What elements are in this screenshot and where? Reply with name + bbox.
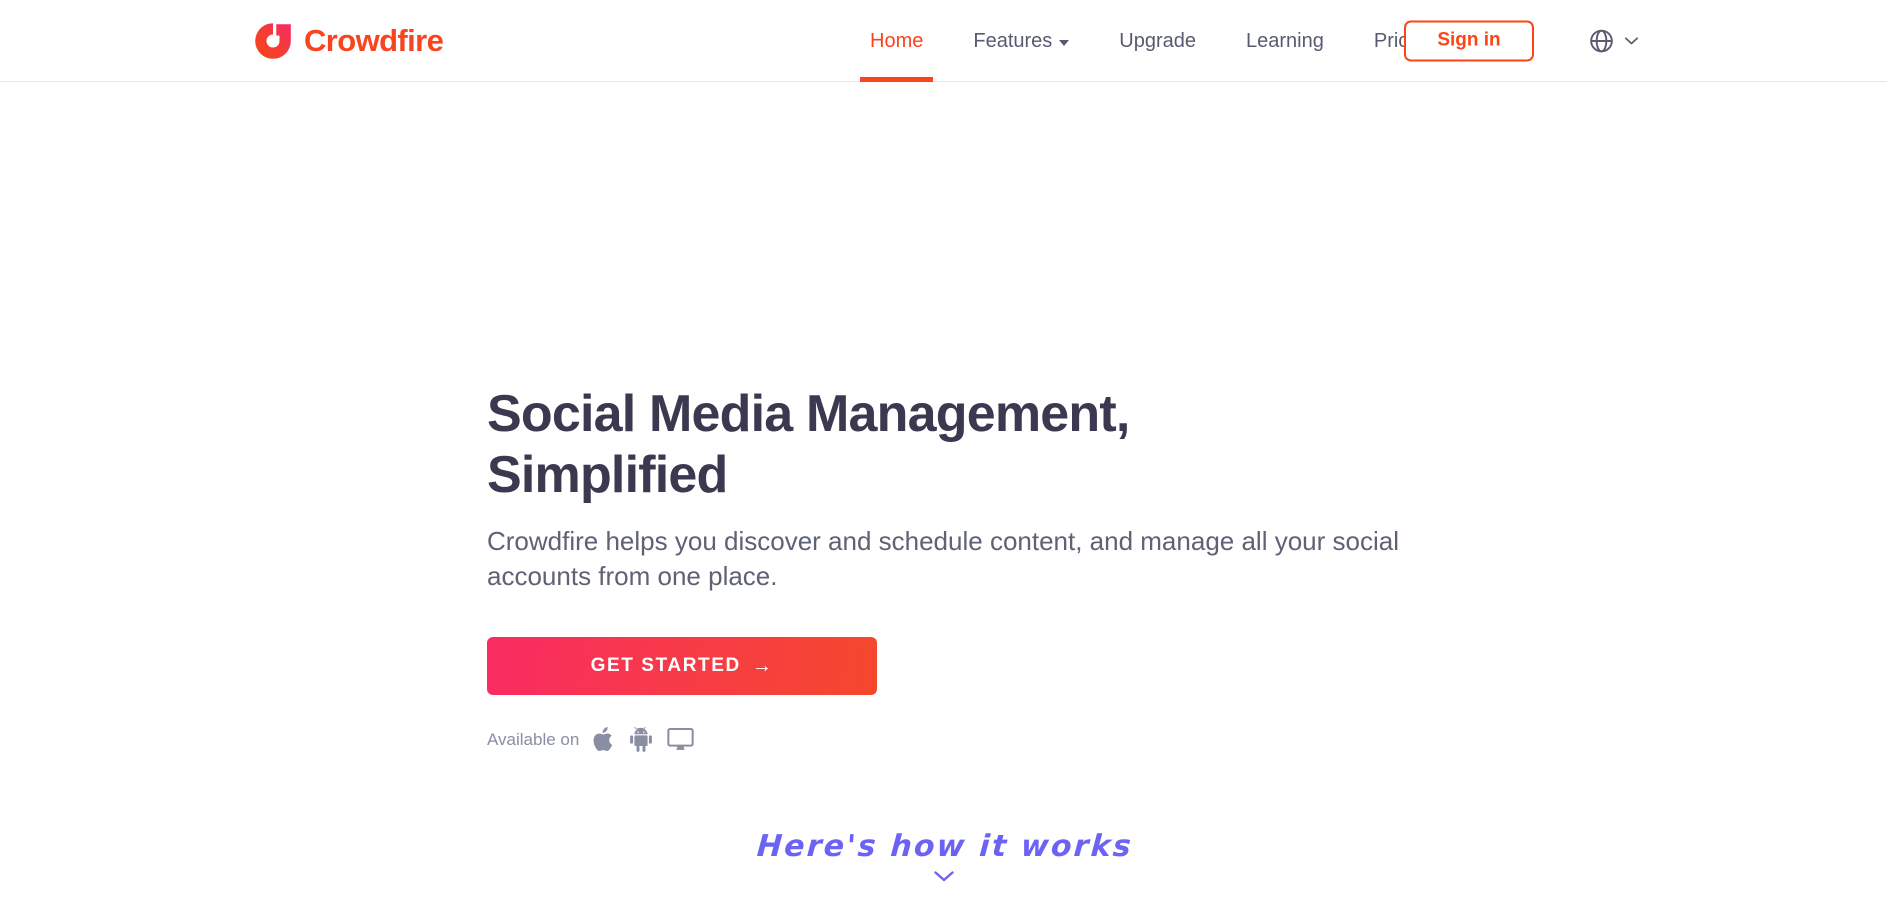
globe-icon — [1588, 27, 1615, 54]
hero-title-line-2: Simplified — [487, 445, 728, 504]
page-title: Social Media Management, Simplified — [487, 384, 1187, 506]
get-started-label: GET STARTED — [590, 655, 741, 677]
main-navigation: Home Features Upgrade Learning Pricing — [845, 0, 1460, 82]
hero-content: Social Media Management, Simplified Crow… — [487, 384, 1487, 753]
nav-item-learning[interactable]: Learning — [1221, 0, 1349, 82]
site-header: Crowdfire Home Features Upgrade Learning… — [0, 0, 1887, 82]
available-on-label: Available on — [487, 729, 580, 749]
how-it-works-scroll-cue[interactable]: Here's how it works — [0, 829, 1887, 883]
desktop-monitor-icon[interactable] — [667, 727, 694, 752]
how-it-works-label: Here's how it works — [756, 829, 1135, 864]
nav-item-features[interactable]: Features — [948, 0, 1094, 82]
chevron-down-icon — [933, 864, 955, 883]
nav-item-upgrade[interactable]: Upgrade — [1094, 0, 1221, 82]
nav-item-home-label: Home — [870, 29, 924, 52]
brand-logo-link[interactable]: Crowdfire — [253, 21, 444, 61]
available-platforms: Available on — [487, 727, 1487, 753]
hero-section: Social Media Management, Simplified Crow… — [0, 82, 1887, 900]
chevron-down-icon — [1624, 36, 1639, 46]
nav-item-upgrade-label: Upgrade — [1119, 29, 1197, 52]
nav-item-home[interactable]: Home — [845, 0, 948, 82]
android-icon[interactable] — [629, 727, 653, 753]
sign-in-button[interactable]: Sign in — [1404, 20, 1534, 61]
apple-icon[interactable] — [593, 727, 615, 752]
nav-item-features-label: Features — [973, 29, 1053, 52]
hero-title-line-1: Social Media Management, — [487, 385, 1130, 443]
arrow-right-icon: → — [751, 654, 774, 677]
chevron-down-icon — [1059, 39, 1070, 46]
brand-name: Crowdfire — [304, 23, 444, 58]
hero-subtitle: Crowdfire helps you discover and schedul… — [487, 525, 1399, 592]
nav-item-learning-label: Learning — [1246, 29, 1324, 52]
language-switcher[interactable] — [1588, 27, 1639, 54]
crowdfire-circle-logo-icon — [253, 21, 293, 61]
get-started-button[interactable]: GET STARTED → — [487, 637, 877, 696]
